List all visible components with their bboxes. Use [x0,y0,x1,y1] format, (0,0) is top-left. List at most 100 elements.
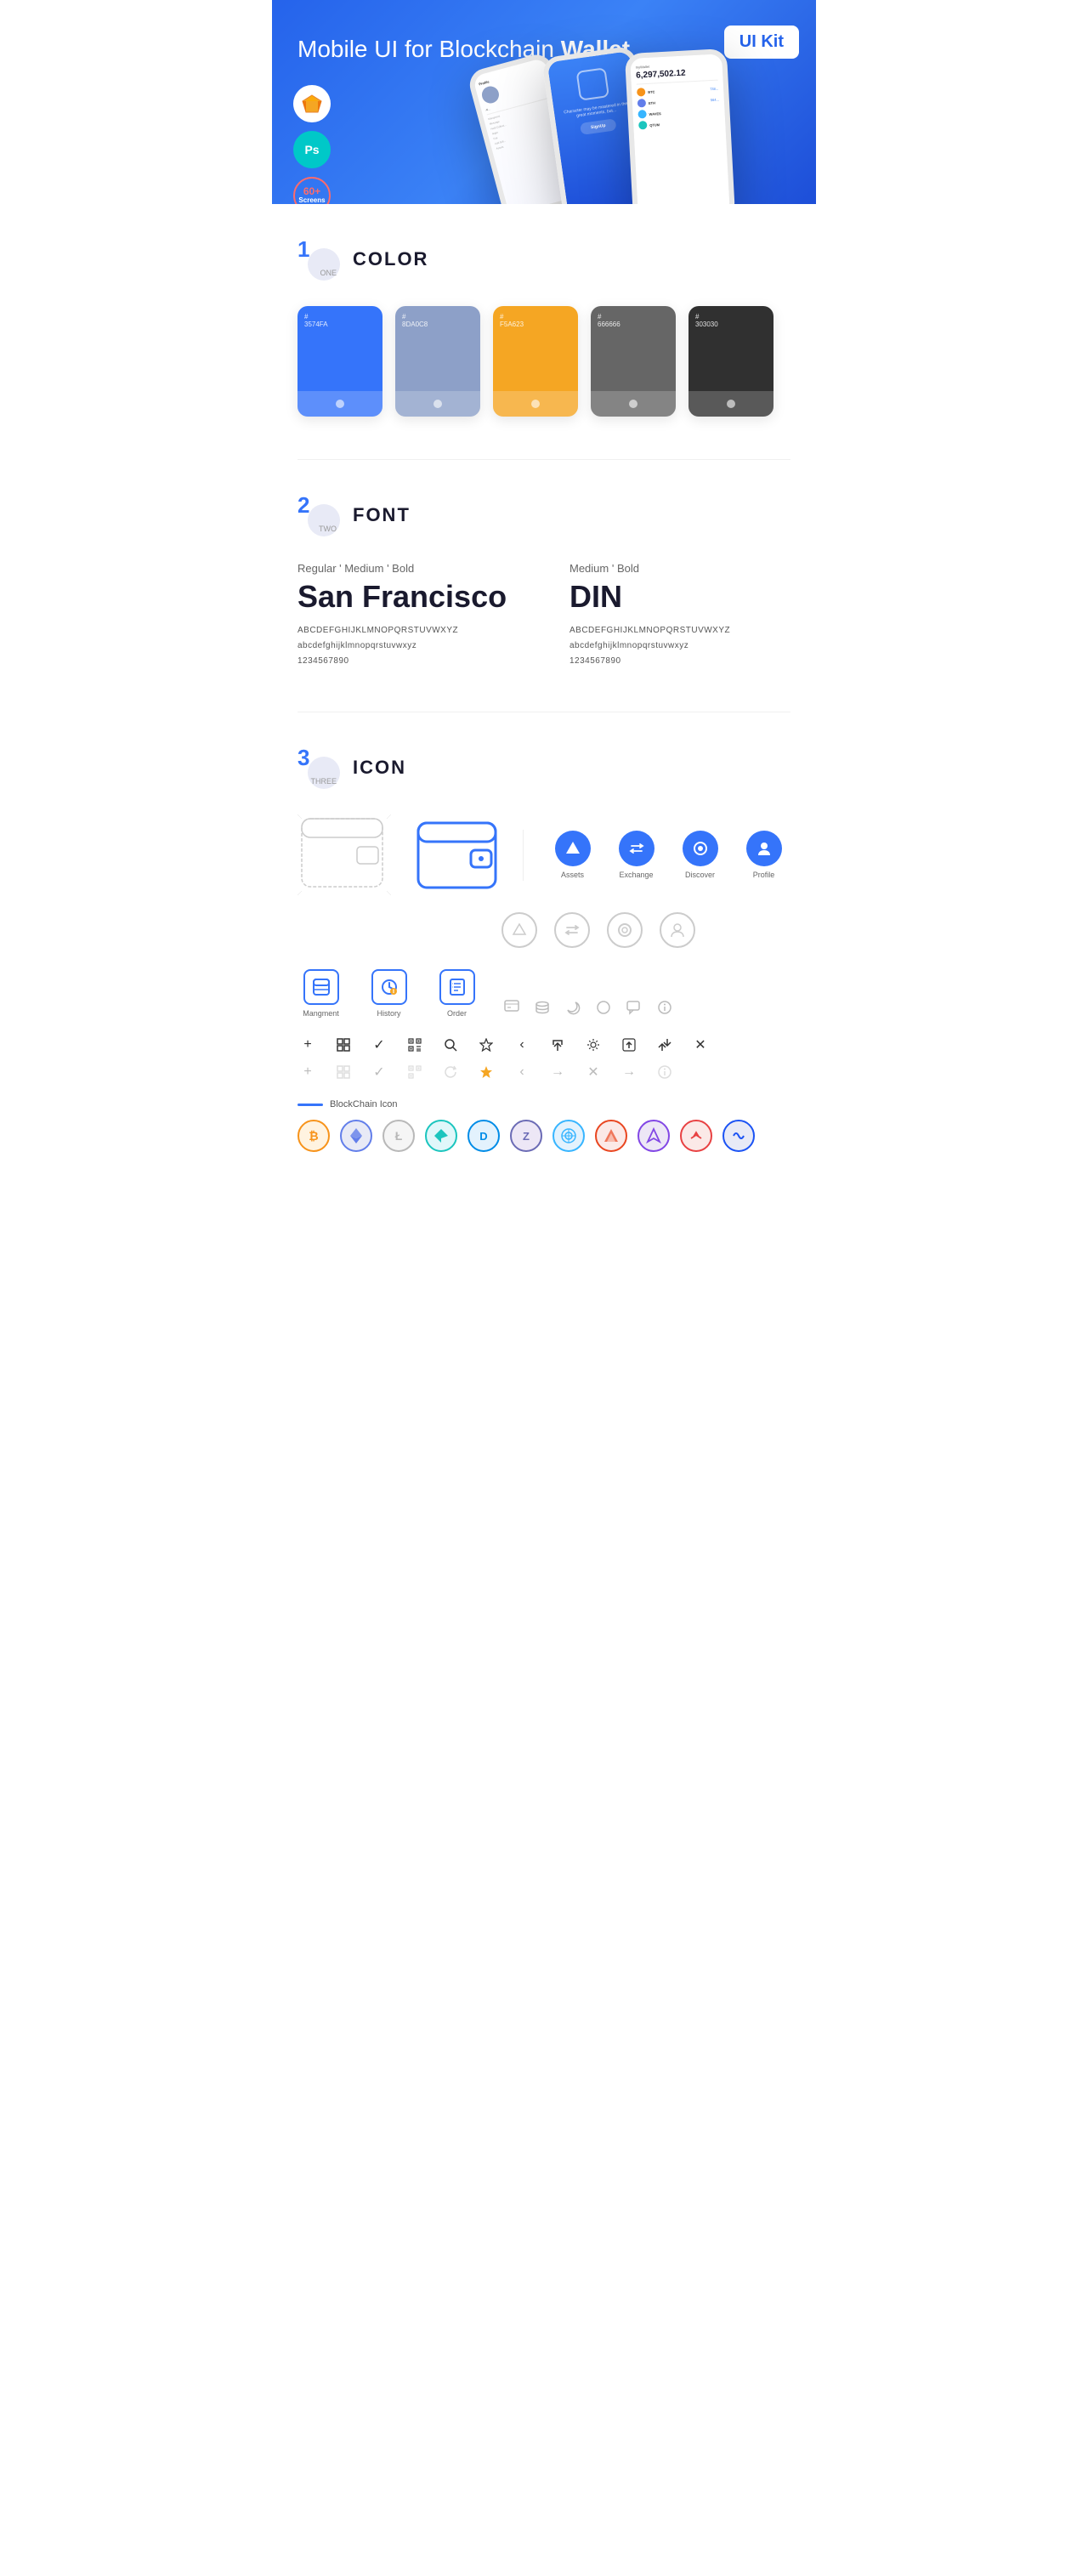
info-icon [654,997,675,1018]
misc-icons-small [502,997,675,1018]
color-section-number: 1 ONE [298,238,340,281]
font-din: Medium ' Bold DIN ABCDEFGHIJKLMNOPQRSTUV… [570,562,790,669]
ark-icon [595,1120,627,1152]
blockchain-label: BlockChain Icon [330,1099,398,1109]
assets-label: Assets [561,871,584,879]
arrow-right-gray: → [547,1062,568,1082]
swatch-blue: #3574FA [298,306,382,417]
stratis-icon [425,1120,457,1152]
discover-icon [683,831,718,866]
swatch-orange: #F5A623 [493,306,578,417]
hero-section: Mobile UI for Blockchain Wallet UI Kit P… [272,0,816,204]
color-swatches: #3574FA #8DA0C8 #F5A623 #666666 #303030 [298,306,790,417]
sketch-badge [293,85,331,122]
swatch-dark: #303030 [688,306,774,417]
zcash-icon: Z [510,1120,542,1152]
hero-badges: Ps 60+ Screens [293,85,331,204]
bitcoin-icon: ₿ [298,1120,330,1152]
chat-icon [502,997,522,1018]
icon-section-number: 3 THREE [298,746,340,789]
font-din-name: DIN [570,579,790,615]
settings-icon [583,1035,604,1055]
exchange-icon-outline [554,912,590,948]
svg-text:₿: ₿ [309,1129,318,1143]
font-title: FONT [353,504,411,526]
swatch-gray-blue: #8DA0C8 [395,306,480,417]
icon-profile: Profile [740,831,787,879]
augur-icon [638,1120,670,1152]
icon-assets: Assets [549,831,596,879]
exchange-icon [619,831,654,866]
moon-icon [563,997,583,1018]
icon-history: History [366,969,412,1018]
share-icon [547,1035,568,1055]
management-label: Mangment [303,1009,339,1018]
search-icon [440,1035,461,1055]
crypto-icons: ₿ Ł D Z [298,1120,790,1152]
color-title: COLOR [353,248,428,270]
font-sf-numbers: 1234567890 [298,654,518,669]
dash-icon: D [468,1120,500,1152]
utility-icons-row2: + ✓ ‹ → ✕ → [298,1062,790,1082]
x-icon-gray: ✕ [583,1062,604,1082]
star-icon-yellow [476,1062,496,1082]
close-icon: ✕ [690,1035,711,1055]
wallet-solid-icon [416,821,497,889]
order-icon [439,969,475,1005]
font-din-upper: ABCDEFGHIJKLMNOPQRSTUVWXYZ [570,623,790,638]
circle-icon [593,997,614,1018]
info-icon-gray [654,1062,675,1082]
icon-section-header: 3 THREE ICON [298,746,790,789]
font-section: Regular ' Medium ' Bold San Francisco AB… [298,562,790,669]
history-icon [371,969,407,1005]
font-din-styles: Medium ' Bold [570,562,790,575]
back-icon-gray: ‹ [512,1062,532,1082]
blockchain-label-row: BlockChain Icon [298,1099,790,1109]
management-icon [303,969,339,1005]
matic-icon [680,1120,712,1152]
extra-icon [722,1120,755,1152]
wallet-wireframe [298,814,391,895]
svg-text:Z: Z [523,1130,530,1143]
stack-icon [532,997,552,1018]
qr-icon [405,1035,425,1055]
utility-icons-row1: + ✓ ‹ [298,1035,790,1055]
profile-icon [746,831,782,866]
photoshop-badge: Ps [293,131,331,168]
font-sf-lower: abcdefghijklmnopqrstuvwxyz [298,638,518,654]
font-section-header: 2 TWO FONT [298,494,790,536]
icon-section: Assets Exchange Discover Profile [298,814,790,1152]
svg-text:D: D [479,1130,487,1143]
font-din-numbers: 1234567890 [570,654,790,669]
assets-icon-outline [502,912,537,948]
qr-icon-gray [405,1062,425,1082]
check-icon-gray: ✓ [369,1062,389,1082]
phone-right: myWallet 6,297,502.12 BTC 738... ETH 564… [625,48,735,204]
icon-row-outline [298,912,790,948]
icon-row-app: Mangment History [298,969,790,1018]
font-sf-name: San Francisco [298,579,518,615]
svg-text:Ł: Ł [395,1129,403,1143]
blockchain-line [298,1104,323,1106]
icon-title: ICON [353,757,406,779]
phones-area: Profile Al... Mangment Message Hold Coll… [484,34,816,204]
main-content: 1 ONE COLOR #3574FA #8DA0C8 #F5A623 #666… [272,204,816,1228]
discover-label: Discover [685,871,715,879]
font-din-lower: abcdefghijklmnopqrstuvwxyz [570,638,790,654]
icon-management: Mangment [298,969,344,1018]
check-icon: ✓ [369,1035,389,1055]
litecoin-icon: Ł [382,1120,415,1152]
swatch-gray: #666666 [591,306,676,417]
grid-icon [333,1035,354,1055]
swap-icon [654,1035,675,1055]
font-sf-styles: Regular ' Medium ' Bold [298,562,518,575]
upload-icon [619,1035,639,1055]
ethereum-icon [340,1120,372,1152]
plus-icon: + [298,1035,318,1055]
order-label: Order [447,1009,467,1018]
font-sf-upper: ABCDEFGHIJKLMNOPQRSTUVWXYZ [298,623,518,638]
plus-icon-gray: + [298,1062,318,1082]
font-section-number: 2 TWO [298,494,340,536]
color-section-header: 1 ONE COLOR [298,238,790,281]
icon-exchange: Exchange [613,831,660,879]
